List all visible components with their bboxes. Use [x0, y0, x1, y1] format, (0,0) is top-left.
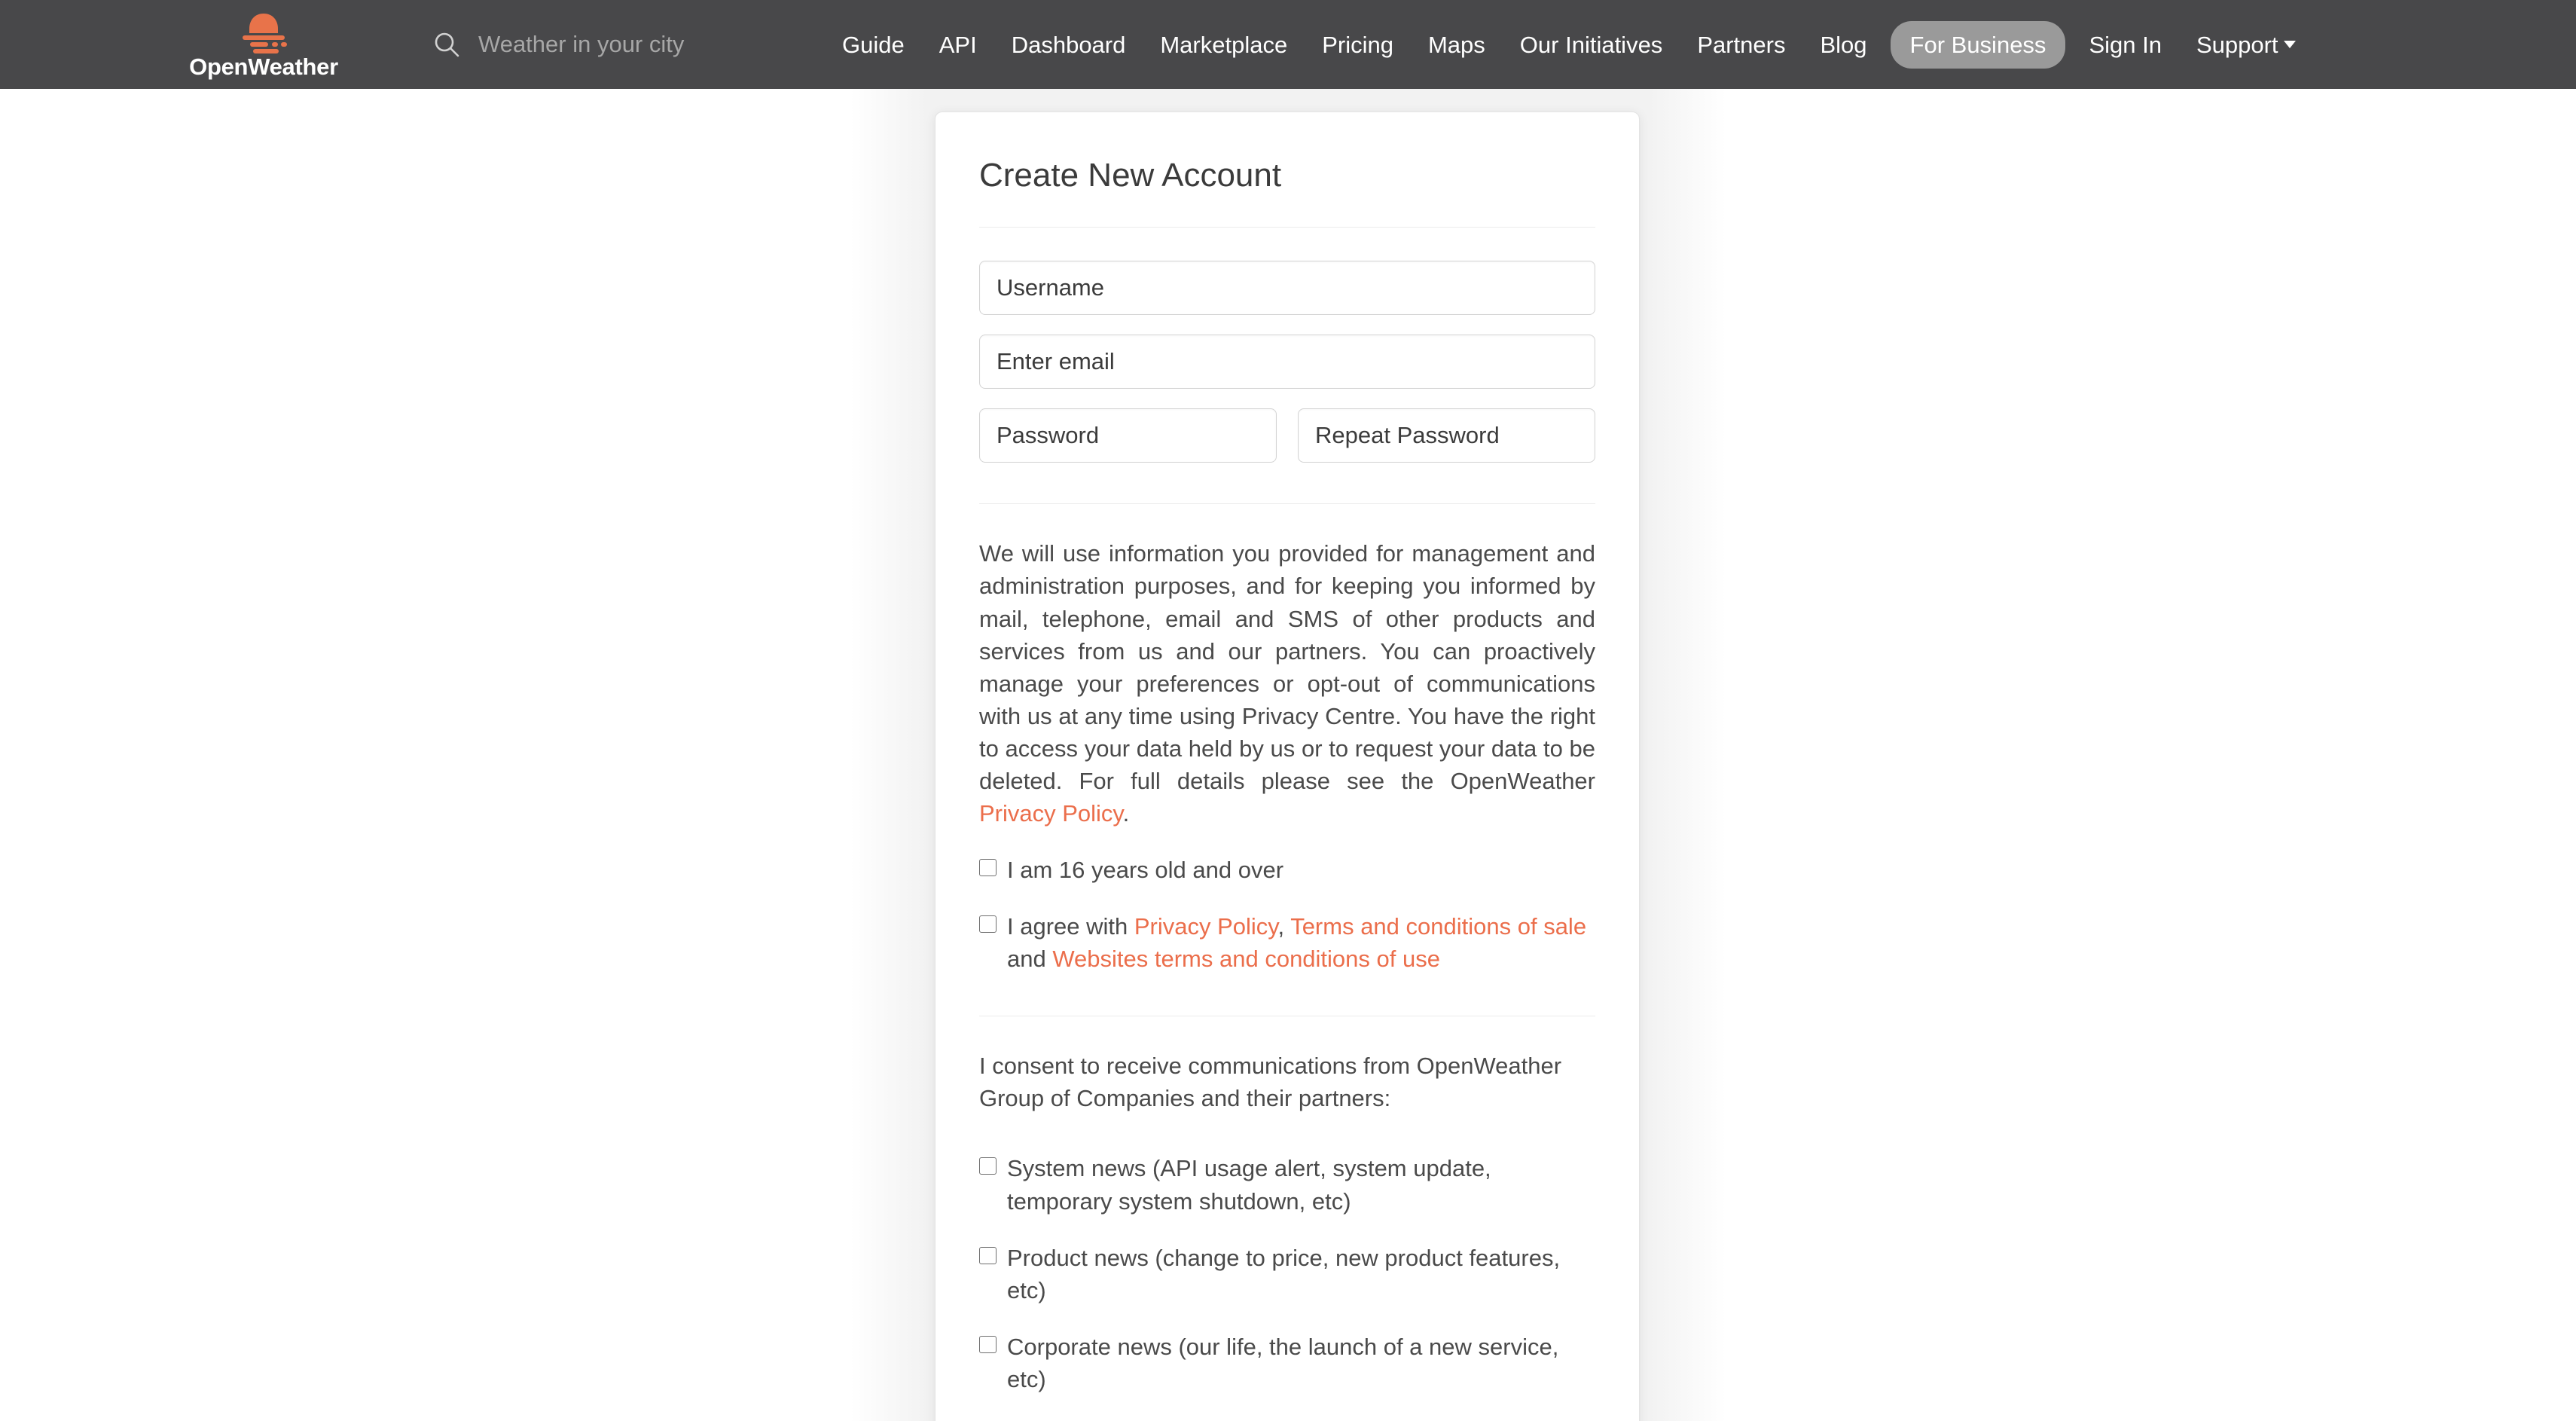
nav-item-our-initiatives[interactable]: Our Initiatives [1503, 33, 1680, 57]
product-news-label[interactable]: Product news (change to price, new produ… [1007, 1242, 1595, 1306]
nav-item-guide[interactable]: Guide [825, 33, 922, 57]
brand-name: OpenWeather [189, 53, 338, 80]
openweather-sun-icon [235, 11, 292, 54]
agree-checkbox-label[interactable]: I agree with Privacy Policy, Terms and c… [1007, 910, 1595, 975]
nav-links: Guide API Dashboard Marketplace Pricing … [825, 20, 2313, 69]
corporate-news-label[interactable]: Corporate news (our life, the launch of … [1007, 1331, 1595, 1395]
nav-item-pricing[interactable]: Pricing [1305, 33, 1411, 57]
system-news-checkbox[interactable] [979, 1157, 997, 1175]
brand-logo-link[interactable]: OpenWeather [189, 11, 338, 80]
corporate-news-checkbox[interactable] [979, 1335, 997, 1353]
privacy-policy-link[interactable]: Privacy Policy [979, 800, 1123, 827]
city-search [433, 31, 795, 58]
title-divider [979, 227, 1595, 228]
agree-checkbox[interactable] [979, 915, 997, 934]
chevron-down-icon [2283, 41, 2296, 48]
top-navbar: OpenWeather Guide API Dashboard Marketpl… [0, 0, 2576, 89]
nav-item-blog[interactable]: Blog [1802, 33, 1884, 57]
repeat-password-input[interactable] [1298, 408, 1595, 463]
corporate-news-row[interactable]: Corporate news (our life, the launch of … [979, 1331, 1595, 1395]
page-title: Create New Account [979, 157, 1282, 194]
nav-item-marketplace[interactable]: Marketplace [1143, 33, 1305, 57]
agree-prefix: I agree with [1007, 913, 1134, 940]
age-checkbox-row[interactable]: I am 16 years old and over [979, 854, 1595, 886]
nav-item-dashboard[interactable]: Dashboard [994, 33, 1143, 57]
privacy-paragraph: We will use information you provided for… [979, 537, 1595, 830]
email-input[interactable] [979, 335, 1595, 390]
product-news-checkbox[interactable] [979, 1246, 997, 1264]
nav-item-maps[interactable]: Maps [1411, 33, 1503, 57]
password-input[interactable] [979, 408, 1277, 463]
create-account-card: Create New Account We will use informati… [935, 112, 1640, 1421]
nav-item-api[interactable]: API [922, 33, 994, 57]
nav-item-partners[interactable]: Partners [1680, 33, 1802, 57]
terms-conditions-sale-link[interactable]: Terms and conditions of sale [1290, 913, 1586, 940]
system-news-label[interactable]: System news (API usage alert, system upd… [1007, 1152, 1595, 1217]
username-input[interactable] [979, 261, 1595, 316]
search-icon[interactable] [433, 31, 460, 58]
nav-item-support-label: Support [2196, 31, 2278, 58]
agree-checkbox-row[interactable]: I agree with Privacy Policy, Terms and c… [979, 910, 1595, 975]
age-checkbox[interactable] [979, 859, 997, 877]
consent-intro-text: I consent to receive communications from… [979, 1053, 1562, 1112]
websites-terms-link[interactable]: Websites terms and conditions of use [1052, 946, 1440, 972]
agree-privacy-policy-link[interactable]: Privacy Policy [1134, 913, 1278, 940]
system-news-row[interactable]: System news (API usage alert, system upd… [979, 1152, 1595, 1217]
nav-item-for-business[interactable]: For Business [1890, 20, 2066, 69]
nav-item-sign-in[interactable]: Sign In [2071, 33, 2179, 57]
nav-item-support[interactable]: Support [2179, 33, 2313, 57]
agree-sep2: and [1007, 946, 1053, 973]
privacy-paragraph-body: We will use information you provided for… [979, 540, 1595, 794]
search-input[interactable] [478, 31, 795, 58]
page-body: Create New Account We will use informati… [0, 89, 2576, 1421]
fields-divider [979, 503, 1595, 505]
password-row [979, 408, 1595, 463]
product-news-row[interactable]: Product news (change to price, new produ… [979, 1242, 1595, 1306]
age-checkbox-label[interactable]: I am 16 years old and over [1007, 854, 1283, 886]
agree-sep1: , [1277, 913, 1291, 940]
privacy-paragraph-tail: . [1122, 800, 1130, 827]
